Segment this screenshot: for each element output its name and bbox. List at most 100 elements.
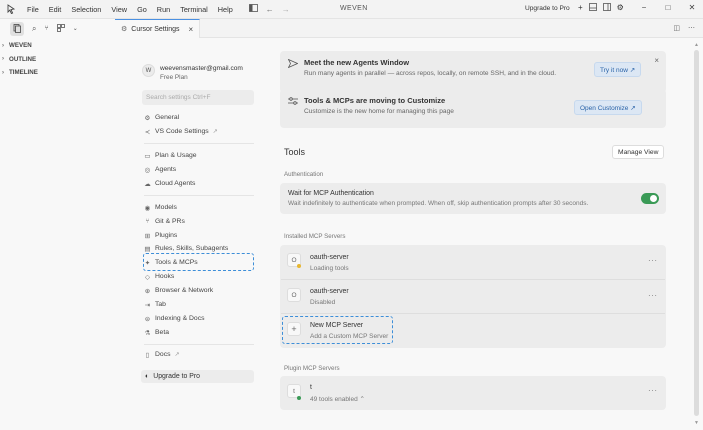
agent-icon: ◎ <box>144 166 151 174</box>
nav-agents[interactable]: ◎ Agents <box>144 164 177 175</box>
sidebar-toolbar: ⌕ ⑂ ⌄ <box>0 19 115 38</box>
sidebar-section-weven[interactable]: › WEVEN <box>2 39 38 53</box>
scroll-down-icon[interactable]: ▼ <box>694 420 699 426</box>
split-editor-icon[interactable]: ◫ <box>673 24 680 32</box>
server-name[interactable]: oauth-server <box>310 288 349 295</box>
nav-label: Docs <box>155 351 171 358</box>
loading-status-dot <box>297 264 301 268</box>
try-it-now-button[interactable]: Try it now ↗ <box>594 62 642 77</box>
globe-icon: ⊕ <box>144 287 151 295</box>
close-icon[interactable]: × <box>189 25 194 34</box>
more-options-icon[interactable]: ··· <box>648 291 658 300</box>
database-icon: ⊜ <box>144 315 151 323</box>
nav-label: General <box>155 114 180 121</box>
external-link-icon: ↗ <box>174 352 180 358</box>
chevron-right-icon: › <box>2 69 4 76</box>
scrollbar[interactable] <box>694 50 699 416</box>
send-icon <box>287 58 299 70</box>
menu-go[interactable]: Go <box>132 5 152 14</box>
menu-file[interactable]: File <box>22 5 44 14</box>
title-bar: File Edit Selection View Go Run Terminal… <box>0 0 703 19</box>
section-title: Tools <box>284 147 306 157</box>
enabled-status-dot <box>297 396 301 400</box>
nav-plugins[interactable]: ⊞ Plugins <box>144 230 178 241</box>
menu-terminal[interactable]: Terminal <box>175 5 213 14</box>
nav-hooks[interactable]: ◇ Hooks <box>144 271 174 282</box>
mcp-auth-toggle[interactable] <box>641 193 659 204</box>
code-icon: ≺ <box>144 128 151 136</box>
menu-edit[interactable]: Edit <box>44 5 67 14</box>
nav-vscode-settings[interactable]: ≺ VS Code Settings ↗ <box>144 126 218 137</box>
upgrade-to-pro-link[interactable]: Upgrade to Pro <box>525 5 570 12</box>
nav-label: Browser & Network <box>155 287 214 294</box>
more-actions-icon[interactable]: ⋯ <box>688 24 695 32</box>
files-icon[interactable] <box>10 21 24 36</box>
tab-cursor-settings[interactable]: ⚙ Cursor Settings × <box>115 19 200 38</box>
nav-git-prs[interactable]: ⑂ Git & PRs <box>144 216 185 227</box>
menu-view[interactable]: View <box>106 5 132 14</box>
server-status: Disabled <box>310 299 336 306</box>
menu-help[interactable]: Help <box>213 5 238 14</box>
tools-enabled-dropdown[interactable]: 49 tools enabled ⌃ <box>310 395 365 403</box>
auth-description: Wait indefinitely to authenticate when p… <box>288 200 589 207</box>
chevron-down-icon[interactable]: ⌄ <box>73 25 78 32</box>
sidebar-section-outline[interactable]: › OUTLINE <box>2 53 38 67</box>
upgrade-to-pro-button[interactable]: ◐ Upgrade to Pro <box>141 370 254 383</box>
banner-subtitle: Customize is the new home for managing t… <box>304 108 454 115</box>
menu-selection[interactable]: Selection <box>66 5 106 14</box>
nav-indexing-docs[interactable]: ⊜ Indexing & Docs <box>144 313 205 324</box>
menu-bar: File Edit Selection View Go Run Terminal… <box>22 5 238 14</box>
server-name[interactable]: oauth-server <box>310 254 349 261</box>
source-control-icon[interactable]: ⑂ <box>44 25 48 32</box>
more-options-icon[interactable]: ··· <box>648 256 658 265</box>
nav-browser-network[interactable]: ⊕ Browser & Network <box>144 285 213 296</box>
nav-label: Agents <box>155 166 177 173</box>
manage-view-button[interactable]: Manage View <box>612 145 665 159</box>
highlight-new-mcp-server <box>282 316 393 344</box>
settings-search-input[interactable]: Search settings Ctrl+F <box>142 90 254 105</box>
tab-key-icon: ⇥ <box>144 301 151 309</box>
maximize-icon[interactable]: □ <box>656 3 680 12</box>
nav-models[interactable]: ◉ Models <box>144 202 177 213</box>
search-icon[interactable]: ⌕ <box>32 24 36 34</box>
layout-sidebar-icon[interactable] <box>602 3 611 13</box>
banner-title: Tools & MCPs are moving to Customize <box>304 96 446 105</box>
close-window-icon[interactable]: ✕ <box>680 3 703 12</box>
account-info: W weevensmaster@gmail.com Free Plan <box>142 59 255 81</box>
toggle-sidebar-icon[interactable] <box>248 4 258 14</box>
banner-subtitle: Run many agents in parallel — across rep… <box>304 70 557 77</box>
minimize-icon[interactable]: − <box>632 3 656 12</box>
menu-run[interactable]: Run <box>152 5 175 14</box>
add-icon[interactable]: + <box>578 3 583 13</box>
nav-plan-usage[interactable]: ▭ Plan & Usage <box>144 150 196 161</box>
editor-tab-bar: ⚙ Cursor Settings × ◫ ⋯ <box>115 19 703 38</box>
nav-label: Indexing & Docs <box>155 315 205 322</box>
nav-label: Beta <box>155 329 169 336</box>
divider <box>144 143 254 144</box>
layout-panel-icon[interactable] <box>588 3 597 13</box>
settings-gear-icon[interactable]: ⚙ <box>617 3 624 13</box>
scroll-up-icon[interactable]: ▲ <box>694 42 699 48</box>
sidebar-section-timeline[interactable]: › TIMELINE <box>2 66 38 80</box>
extensions-icon[interactable] <box>56 23 65 34</box>
back-arrow-icon[interactable]: ← <box>266 5 274 14</box>
card-icon: ▭ <box>144 152 151 160</box>
server-status: Loading tools <box>310 265 349 272</box>
open-customize-button[interactable]: Open Customize ↗ <box>574 100 642 115</box>
nav-cloud-agents[interactable]: ☁ Cloud Agents <box>144 178 195 189</box>
close-icon[interactable]: × <box>654 56 659 65</box>
nav-label: Models <box>155 204 177 211</box>
nav-label: Tab <box>155 301 166 308</box>
avatar: W <box>142 64 155 77</box>
nav-label: Hooks <box>155 273 175 280</box>
more-options-icon[interactable]: ··· <box>648 386 658 395</box>
authentication-label: Authentication <box>284 171 324 178</box>
nav-beta[interactable]: ⚗ Beta <box>144 327 169 338</box>
nav-docs[interactable]: ▯ Docs ↗ <box>144 349 180 360</box>
nav-general[interactable]: ⚙ General <box>144 112 180 123</box>
nav-tab[interactable]: ⇥ Tab <box>144 299 166 310</box>
sidebar-section-label: WEVEN <box>9 42 32 50</box>
server-name[interactable]: t <box>310 384 312 391</box>
installed-servers-label: Installed MCP Servers <box>284 233 346 240</box>
forward-arrow-icon[interactable]: → <box>282 5 290 14</box>
